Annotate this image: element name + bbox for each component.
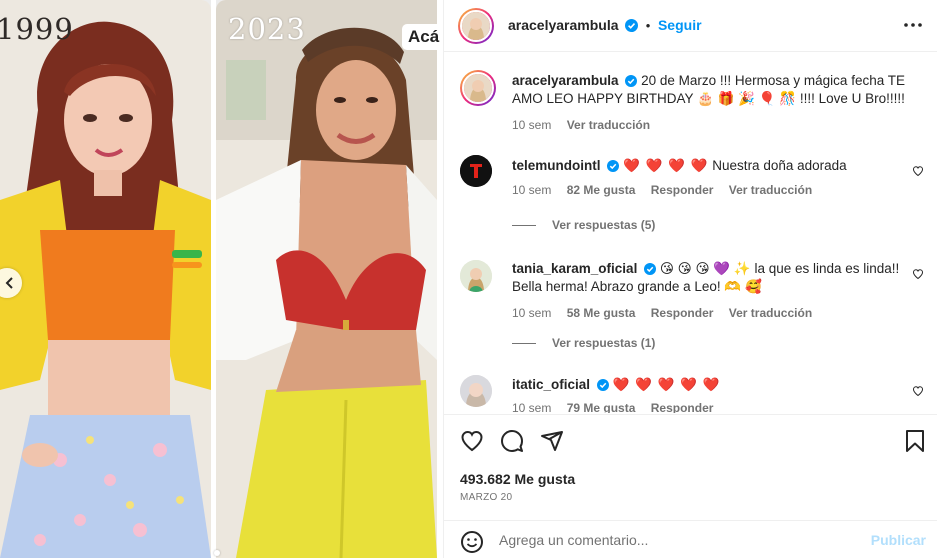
caption-translate-link[interactable]: Ver traducción — [567, 118, 650, 132]
comment-meta: 10 sem 79 Me gusta Responder — [512, 401, 725, 413]
carousel-dot — [214, 550, 220, 556]
post-media[interactable]: 1999 2023 Acá — [0, 0, 443, 558]
comment-avatar[interactable] — [460, 260, 492, 292]
comment-likes[interactable]: 58 Me gusta — [567, 306, 636, 320]
comment-likes[interactable]: 79 Me gusta — [567, 401, 636, 413]
comment-avatar[interactable] — [460, 375, 492, 407]
comment-hearts: ❤️ ❤️ ❤️ ❤️ ❤️ — [612, 377, 721, 392]
comment-time: 10 sem — [512, 401, 552, 413]
comments-list[interactable]: aracelyarambula 20 de Marzo !!! Hermosa … — [444, 53, 937, 413]
comment-reply-button[interactable]: Responder — [651, 183, 714, 197]
avatar-photo-icon — [462, 12, 490, 40]
view-replies-label: Ver respuestas (1) — [552, 336, 656, 350]
avatar-photo-icon — [460, 375, 492, 407]
comment-reply-button[interactable]: Responder — [651, 306, 714, 320]
more-horizontal-icon — [904, 23, 922, 27]
carousel-dots — [214, 544, 220, 558]
avatar-photo-icon — [460, 260, 492, 292]
comment-like-icon[interactable] — [912, 385, 924, 397]
verified-badge-icon — [607, 160, 620, 172]
comment-time: 10 sem — [512, 306, 552, 320]
comment-time: 10 sem — [512, 183, 552, 197]
photo-1999-illustration — [0, 0, 211, 558]
comment-text: Nuestra doña adorada — [712, 158, 847, 173]
caption-meta: 10 sem Ver traducción — [512, 118, 662, 132]
photo-2023-illustration — [216, 0, 437, 558]
verified-badge-icon — [596, 379, 609, 391]
overlay-text-chip: Acá — [402, 24, 440, 50]
author-avatar-image — [460, 10, 492, 42]
emoji-smiley-icon[interactable] — [460, 530, 484, 554]
likes-count[interactable]: 493.682 Me gusta — [460, 471, 575, 487]
comment-likes[interactable]: 82 Me gusta — [567, 183, 636, 197]
publish-button[interactable]: Publicar — [871, 532, 926, 548]
caption-avatar-image — [462, 72, 494, 104]
header-dot-separator: • — [645, 18, 651, 33]
post-header: aracelyarambula • Seguir — [444, 0, 937, 52]
verified-badge-icon — [625, 75, 638, 87]
comment-username[interactable]: itatic_oficial — [512, 377, 590, 392]
follow-button[interactable]: Seguir — [658, 17, 702, 33]
caption-avatar[interactable] — [460, 70, 496, 106]
caption-username[interactable]: aracelyarambula — [512, 73, 619, 88]
more-options-button[interactable] — [902, 14, 924, 39]
author-username[interactable]: aracelyarambula — [508, 17, 619, 33]
caption-time: 10 sem — [512, 118, 552, 132]
view-replies-button[interactable]: Ver respuestas (1) — [512, 336, 655, 350]
post-actions: 493.682 Me gusta MARZO 20 — [444, 414, 937, 512]
comment-text-block: telemundointl ❤️ ❤️ ❤️ ❤️ Nuestra doña a… — [512, 157, 912, 175]
comment-translate-link[interactable]: Ver traducción — [729, 306, 812, 320]
add-comment-bar: Publicar — [444, 520, 937, 558]
save-bookmark-icon[interactable] — [904, 429, 926, 453]
post-date: MARZO 20 — [460, 492, 513, 503]
avatar-photo-icon — [464, 74, 492, 102]
year-label-right: 2023 — [228, 12, 306, 46]
view-replies-button[interactable]: Ver respuestas (5) — [512, 218, 655, 232]
verified-badge-icon — [625, 19, 639, 32]
comment-username[interactable]: tania_karam_oficial — [512, 261, 637, 276]
comment-text-block: itatic_oficial ❤️ ❤️ ❤️ ❤️ ❤️ — [512, 376, 912, 394]
photo-1999 — [0, 0, 211, 558]
comment-hearts: ❤️ ❤️ ❤️ ❤️ — [623, 158, 709, 173]
comment-bubble-icon[interactable] — [500, 429, 524, 453]
comment-input[interactable] — [499, 528, 859, 552]
replies-line — [512, 343, 536, 345]
comment-like-icon[interactable] — [912, 165, 924, 177]
replies-line — [512, 225, 536, 227]
post-panel: aracelyarambula • Seguir aracelyarambula… — [443, 0, 937, 558]
comment-meta: 10 sem 82 Me gusta Responder Ver traducc… — [512, 183, 824, 197]
chevron-left-icon — [5, 277, 13, 289]
comment-username[interactable]: telemundointl — [512, 158, 601, 173]
year-label-left: 1999 — [0, 12, 74, 46]
verified-badge-icon — [644, 263, 657, 275]
view-replies-label: Ver respuestas (5) — [552, 218, 656, 232]
comment-avatar[interactable] — [460, 155, 492, 187]
comment-meta: 10 sem 58 Me gusta Responder Ver traducc… — [512, 306, 824, 320]
telemundo-logo-icon — [460, 155, 492, 187]
author-avatar[interactable] — [458, 8, 494, 44]
caption-text-block: aracelyarambula 20 de Marzo !!! Hermosa … — [512, 72, 912, 108]
comment-reply-button[interactable]: Responder — [651, 401, 714, 413]
comment-text-block: tania_karam_oficial 😘 😘 😘 💜 ✨ la que es … — [512, 260, 912, 296]
comment-like-icon[interactable] — [912, 268, 924, 280]
like-heart-icon[interactable] — [460, 429, 484, 453]
header-user-line: aracelyarambula • Seguir — [508, 17, 702, 33]
photo-2023 — [216, 0, 437, 558]
comment-translate-link[interactable]: Ver traducción — [729, 183, 812, 197]
share-paper-plane-icon[interactable] — [540, 429, 564, 453]
